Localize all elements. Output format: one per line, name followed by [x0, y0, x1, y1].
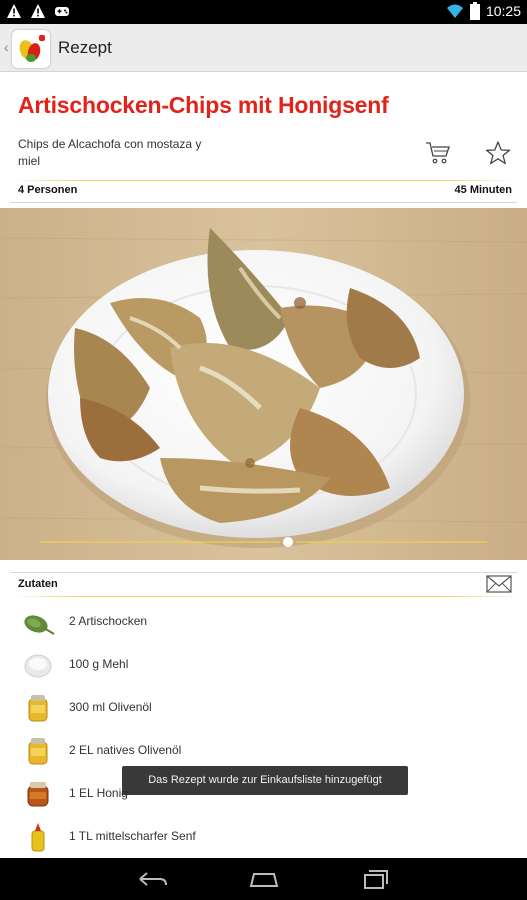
artichoke-icon	[24, 615, 55, 635]
add-to-shopping-list-button[interactable]	[424, 140, 452, 166]
recipe-title: Artischocken-Chips mit Honigsenf	[18, 92, 389, 118]
wifi-icon	[446, 4, 463, 18]
duration: 45 Minuten	[454, 184, 512, 196]
recent-apps-icon	[364, 870, 388, 889]
divider	[10, 180, 517, 181]
list-item[interactable]: 1 TL mittelscharfer Senf	[0, 815, 527, 858]
status-bar: 10:25	[0, 0, 527, 24]
shopping-cart-icon	[426, 142, 450, 164]
toast-notification: Das Rezept wurde zur Einkaufsliste hinzu…	[122, 766, 408, 795]
flour-icon	[24, 654, 52, 678]
vegetables-logo-icon	[19, 35, 45, 62]
action-bar: ‹ Rezept	[0, 24, 527, 72]
ingredient-text: 100 g Mehl	[69, 657, 129, 671]
ingredient-text: 2 Artischocken	[69, 614, 148, 628]
warning-icon	[7, 4, 21, 18]
warning-icon	[31, 4, 45, 18]
home-icon	[249, 873, 279, 887]
list-item[interactable]: 2 Artischocken	[0, 600, 527, 643]
olive-oil-icon	[28, 695, 48, 722]
photo-page-indicator[interactable]	[283, 537, 293, 547]
action-bar-title: Rezept	[58, 38, 112, 57]
ingredient-text: 2 EL natives Olivenöl	[69, 743, 182, 757]
star-icon	[485, 141, 511, 165]
battery-icon	[469, 2, 480, 20]
envelope-icon	[486, 575, 512, 593]
ingredients-heading: Zutaten	[18, 578, 58, 590]
gamepad-icon	[55, 7, 69, 16]
ingredient-text: 1 EL Honig	[69, 786, 128, 800]
share-email-button[interactable]	[486, 574, 512, 594]
divider	[10, 596, 517, 597]
divider	[10, 572, 517, 573]
divider	[10, 202, 517, 203]
navigation-bar	[0, 858, 527, 900]
recent-apps-button[interactable]	[356, 866, 396, 892]
back-button[interactable]	[132, 866, 172, 892]
ingredient-text: 1 TL mittelscharfer Senf	[69, 829, 196, 843]
ingredient-text: 300 ml Olivenöl	[69, 700, 152, 714]
mustard-icon	[31, 823, 45, 852]
back-icon	[139, 872, 167, 886]
list-item[interactable]: 100 g Mehl	[0, 643, 527, 686]
clock: 10:25	[485, 3, 521, 19]
favorite-button[interactable]	[484, 140, 512, 166]
recipe-photo[interactable]	[0, 208, 527, 560]
recipe-subtitle: Chips de Alcachofa con mostaza y miel	[18, 137, 202, 168]
app-logo[interactable]	[12, 30, 50, 68]
olive-oil-icon	[28, 738, 48, 765]
list-item[interactable]: 300 ml Olivenöl	[0, 686, 527, 729]
up-navigation-icon[interactable]: ‹	[4, 39, 9, 55]
honey-icon	[27, 782, 49, 807]
home-button[interactable]	[244, 866, 284, 892]
servings: 4 Personen	[18, 184, 78, 196]
